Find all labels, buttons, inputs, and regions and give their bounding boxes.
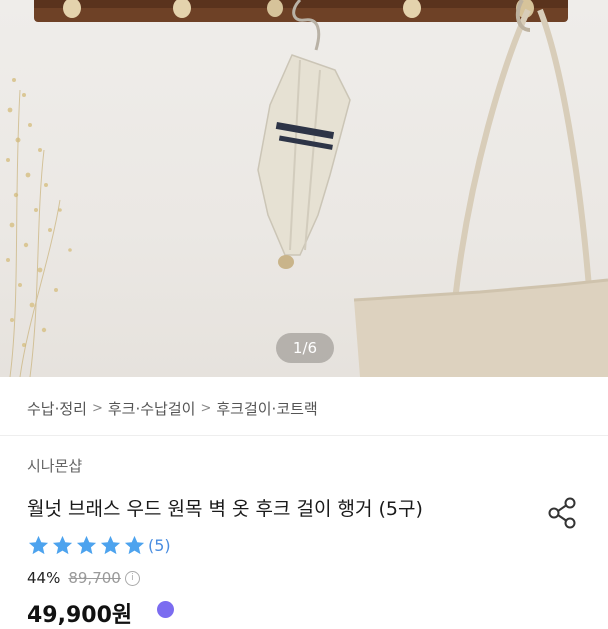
star-icon [52, 535, 73, 555]
divider [0, 435, 608, 436]
star-icon [124, 535, 145, 555]
share-button[interactable] [546, 496, 578, 530]
breadcrumb-item[interactable]: 수납·정리 [27, 398, 87, 419]
review-count-link[interactable]: (5) [148, 536, 171, 555]
star-icon [76, 535, 97, 555]
original-price: 89,700 [68, 569, 121, 587]
product-title: 월넛 브래스 우드 원목 벽 옷 후크 걸이 행거 (5구) [27, 498, 423, 520]
chevron-right-icon: > [200, 400, 212, 416]
seller-name[interactable]: 시나몬샵 [27, 455, 82, 476]
price-row: 44% 89,700 i [27, 569, 140, 587]
product-photo [6, 0, 608, 377]
discount-rate: 44% [27, 569, 61, 587]
chevron-right-icon: > [91, 400, 103, 416]
image-counter: 1/6 [276, 333, 334, 363]
breadcrumb: 수납·정리 > 후크·수납걸이 > 후크걸이·코트랙 [27, 396, 318, 420]
final-price: 49,900원 [27, 603, 133, 628]
star-icon [28, 535, 49, 555]
breadcrumb-item[interactable]: 후크걸이·코트랙 [216, 398, 317, 419]
share-icon [548, 497, 576, 529]
breadcrumb-item[interactable]: 후크·수납걸이 [108, 398, 196, 419]
coupon-icon[interactable] [157, 601, 174, 618]
product-image-carousel[interactable]: 1/6 [0, 0, 608, 377]
info-icon[interactable]: i [124, 570, 140, 586]
rating-stars [27, 534, 146, 557]
star-icon [100, 535, 121, 555]
